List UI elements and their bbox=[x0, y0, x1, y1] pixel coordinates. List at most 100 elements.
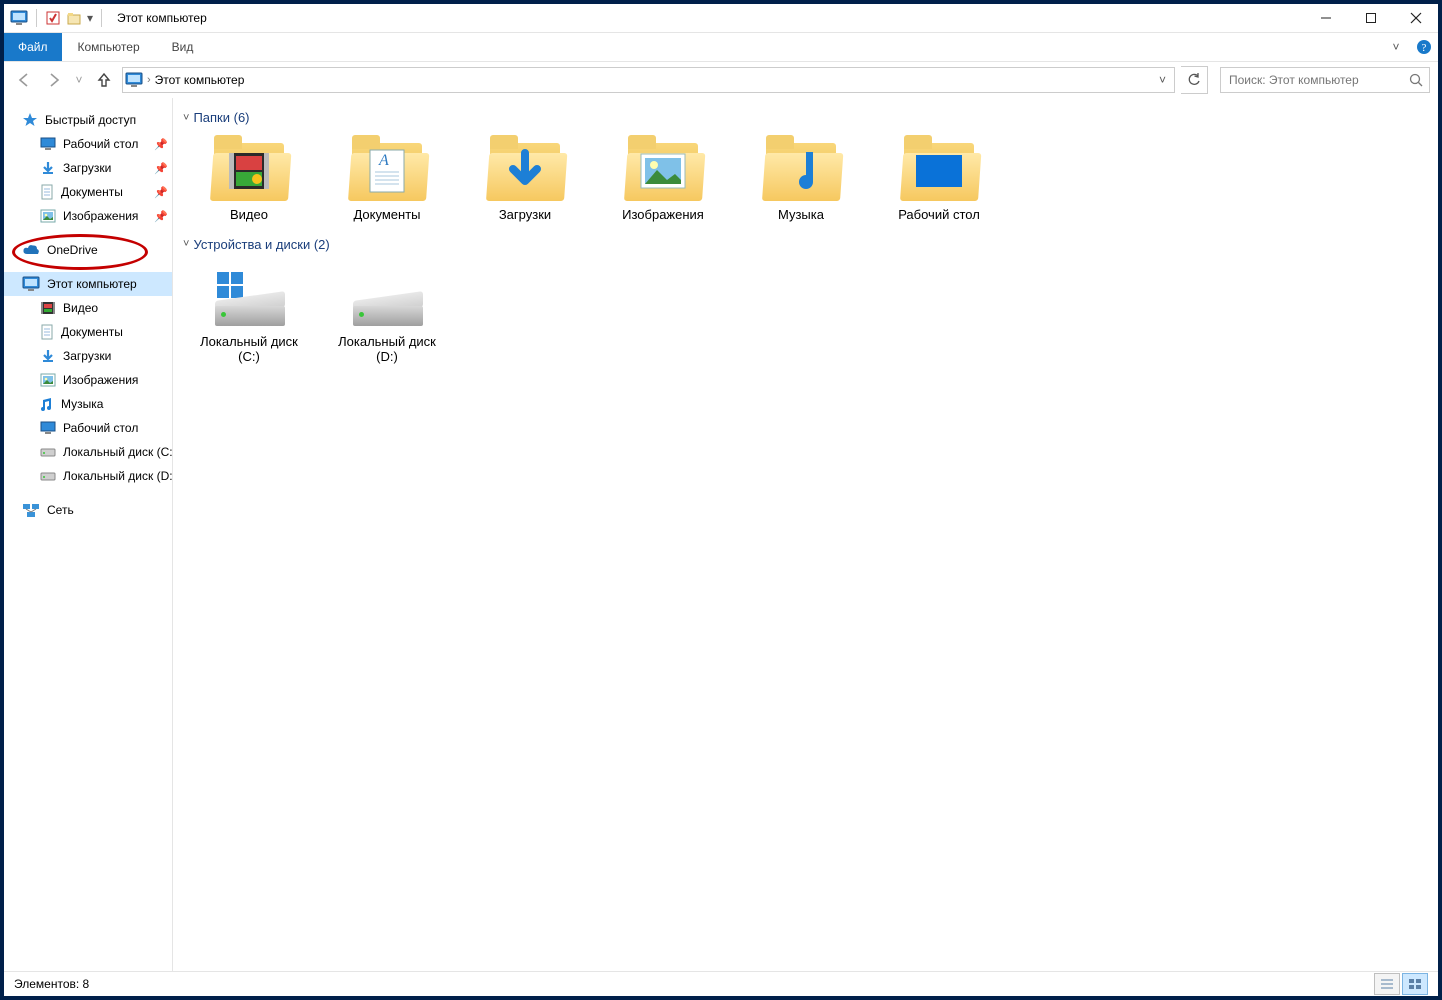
sidebar-item-quick[interactable]: Изображения 📌 bbox=[4, 204, 172, 228]
sidebar-item-label: Видео bbox=[63, 301, 98, 315]
view-large-icons-button[interactable] bbox=[1402, 973, 1428, 995]
sidebar-item-pc[interactable]: Локальный диск (C:) bbox=[4, 440, 172, 464]
ribbon: Файл Компьютер Вид ˅ ? bbox=[4, 33, 1438, 62]
status-bar: Элементов: 8 bbox=[4, 971, 1438, 996]
separator bbox=[101, 9, 102, 27]
cloud-icon bbox=[22, 243, 40, 257]
folder-item[interactable]: Изображения bbox=[609, 139, 717, 223]
document-icon: A bbox=[367, 148, 407, 194]
folder-item[interactable]: Загрузки bbox=[471, 139, 579, 223]
drive-icon bbox=[347, 266, 427, 328]
pc-icon bbox=[10, 10, 28, 26]
group-header-label: Папки (6) bbox=[193, 110, 249, 125]
new-folder-icon[interactable] bbox=[66, 10, 82, 26]
tab-view[interactable]: Вид bbox=[156, 33, 210, 61]
help-icon[interactable]: ? bbox=[1410, 33, 1438, 61]
sidebar-item-label: Этот компьютер bbox=[47, 277, 137, 291]
video-icon bbox=[227, 151, 271, 191]
sidebar-quick-access[interactable]: Быстрый доступ bbox=[4, 108, 172, 132]
sidebar-item-label: Документы bbox=[61, 185, 123, 199]
view-details-button[interactable] bbox=[1374, 973, 1400, 995]
folder-icon bbox=[762, 139, 840, 201]
title-bar: ▾ Этот компьютер bbox=[4, 4, 1438, 33]
search-input[interactable] bbox=[1227, 72, 1409, 88]
folder-item[interactable]: Видео bbox=[195, 139, 303, 223]
sidebar-item-quick[interactable]: Загрузки 📌 bbox=[4, 156, 172, 180]
star-icon bbox=[22, 112, 38, 128]
search-icon[interactable] bbox=[1409, 73, 1423, 87]
tab-computer[interactable]: Компьютер bbox=[62, 33, 156, 61]
item-label: Рабочий стол bbox=[898, 207, 980, 223]
desktop-icon bbox=[40, 421, 56, 435]
close-button[interactable] bbox=[1393, 4, 1438, 32]
folder-icon bbox=[624, 139, 702, 201]
sidebar-item-label: Изображения bbox=[63, 209, 138, 223]
sidebar-item-pc[interactable]: Видео bbox=[4, 296, 172, 320]
chevron-down-icon: ˅ bbox=[183, 112, 189, 124]
sidebar-item-label: Локальный диск (C:) bbox=[63, 445, 173, 459]
address-segment[interactable]: Этот компьютер bbox=[155, 73, 245, 87]
picture-icon bbox=[639, 152, 687, 190]
search-box[interactable] bbox=[1220, 67, 1430, 93]
download-icon bbox=[40, 348, 56, 364]
document-icon bbox=[40, 184, 54, 200]
picture-icon bbox=[40, 209, 56, 223]
folder-item[interactable]: Рабочий стол bbox=[885, 139, 993, 223]
sidebar-item-pc[interactable]: Рабочий стол bbox=[4, 416, 172, 440]
video-icon bbox=[40, 301, 56, 315]
sidebar-onedrive[interactable]: OneDrive bbox=[4, 238, 172, 262]
svg-text:?: ? bbox=[1422, 42, 1427, 54]
sidebar-item-pc[interactable]: Музыка bbox=[4, 392, 172, 416]
folder-icon bbox=[900, 139, 978, 201]
qat-dropdown-icon[interactable]: ▾ bbox=[87, 11, 93, 25]
sidebar-this-pc[interactable]: Этот компьютер bbox=[4, 272, 172, 296]
refresh-button[interactable] bbox=[1181, 66, 1208, 94]
pin-icon: 📌 bbox=[154, 162, 168, 175]
sidebar-item-label: Документы bbox=[61, 325, 123, 339]
folder-icon bbox=[210, 139, 288, 201]
content-pane: ˅ Папки (6) Видео A Документы Загрузки И… bbox=[173, 98, 1438, 971]
sidebar-item-pc[interactable]: Загрузки bbox=[4, 344, 172, 368]
back-button[interactable] bbox=[12, 68, 36, 92]
pin-icon: 📌 bbox=[154, 138, 168, 151]
item-label: Изображения bbox=[622, 207, 704, 223]
sidebar-item-pc[interactable]: Локальный диск (D:) bbox=[4, 464, 172, 488]
sidebar-item-label: Загрузки bbox=[63, 161, 111, 175]
chevron-right-icon[interactable]: › bbox=[143, 74, 155, 86]
sidebar-item-quick[interactable]: Документы 📌 bbox=[4, 180, 172, 204]
quick-access-toolbar: ▾ bbox=[4, 9, 111, 27]
download-icon bbox=[503, 149, 547, 193]
up-button[interactable] bbox=[92, 68, 116, 92]
status-count: Элементов: 8 bbox=[14, 977, 89, 991]
item-label: Загрузки bbox=[499, 207, 551, 223]
pin-icon: 📌 bbox=[154, 210, 168, 223]
recent-dropdown-icon[interactable]: ˅ bbox=[72, 68, 86, 92]
item-label: Локальный диск (D:) bbox=[333, 334, 441, 365]
properties-icon[interactable] bbox=[45, 10, 61, 26]
sidebar-item-label: OneDrive bbox=[47, 243, 98, 257]
tab-file[interactable]: Файл bbox=[4, 33, 62, 61]
ribbon-expand-icon[interactable]: ˅ bbox=[1382, 33, 1410, 61]
minimize-button[interactable] bbox=[1303, 4, 1348, 32]
address-dropdown-icon[interactable]: ˅ bbox=[1153, 73, 1172, 87]
folder-item[interactable]: Музыка bbox=[747, 139, 855, 223]
item-label: Локальный диск (C:) bbox=[195, 334, 303, 365]
sidebar-item-pc[interactable]: Документы bbox=[4, 320, 172, 344]
folder-icon: A bbox=[348, 139, 426, 201]
pc-icon bbox=[125, 72, 143, 88]
maximize-button[interactable] bbox=[1348, 4, 1393, 32]
window-title: Этот компьютер bbox=[111, 11, 207, 25]
sidebar-item-quick[interactable]: Рабочий стол 📌 bbox=[4, 132, 172, 156]
sidebar-item-pc[interactable]: Изображения bbox=[4, 368, 172, 392]
group-header-folders[interactable]: ˅ Папки (6) bbox=[181, 104, 1430, 131]
desktop-icon bbox=[40, 137, 56, 151]
address-bar[interactable]: › Этот компьютер ˅ bbox=[122, 67, 1175, 93]
document-icon bbox=[40, 324, 54, 340]
sidebar-network[interactable]: Сеть bbox=[4, 498, 172, 522]
drive-item[interactable]: Локальный диск (C:) bbox=[195, 266, 303, 365]
folder-item[interactable]: A Документы bbox=[333, 139, 441, 223]
forward-button[interactable] bbox=[42, 68, 66, 92]
group-header-drives[interactable]: ˅ Устройства и диски (2) bbox=[181, 231, 1430, 258]
drive-item[interactable]: Локальный диск (D:) bbox=[333, 266, 441, 365]
download-icon bbox=[40, 160, 56, 176]
